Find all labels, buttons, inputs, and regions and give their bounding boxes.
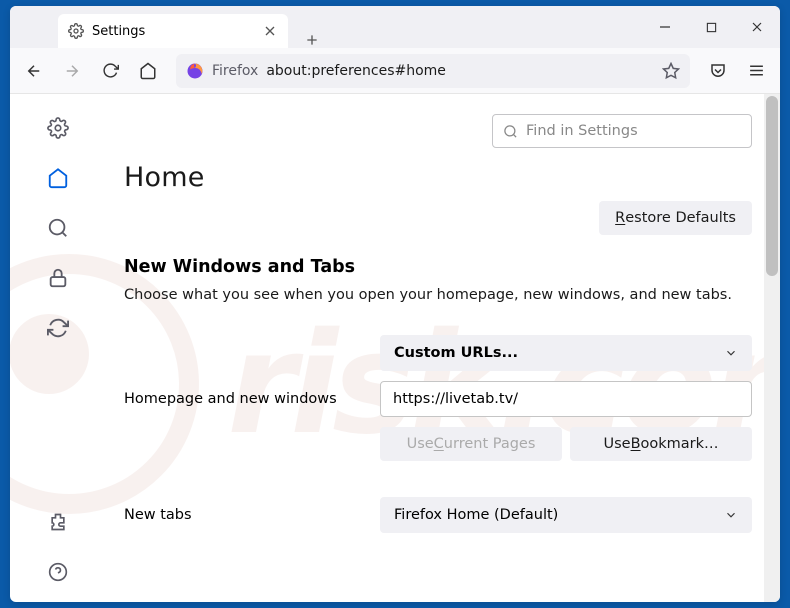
settings-sidebar (10, 94, 106, 602)
homepage-label: Homepage and new windows (124, 391, 380, 407)
sidebar-item-general[interactable] (46, 116, 70, 140)
firefox-icon (186, 62, 204, 80)
restore-defaults-button[interactable]: Restore Defaults (599, 201, 752, 235)
toolbar: Firefox about:preferences#home (10, 48, 780, 94)
sidebar-item-sync[interactable] (46, 316, 70, 340)
minimize-button[interactable] (642, 6, 688, 48)
tab-title: Settings (92, 24, 145, 39)
newtabs-select-value: Firefox Home (Default) (394, 507, 558, 523)
scrollbar[interactable] (764, 94, 780, 602)
menu-button[interactable] (740, 55, 772, 87)
page-title: Home (124, 162, 752, 193)
maximize-button[interactable] (688, 6, 734, 48)
forward-button[interactable] (56, 55, 88, 87)
newtabs-select[interactable]: Firefox Home (Default) (380, 497, 752, 533)
newtabs-label: New tabs (124, 507, 380, 523)
section-heading: New Windows and Tabs (124, 257, 752, 277)
url-path: about:preferences#home (266, 63, 446, 79)
search-placeholder: Find in Settings (526, 123, 638, 139)
url-label: Firefox (212, 63, 258, 79)
sidebar-item-extensions[interactable] (46, 510, 70, 534)
reload-button[interactable] (94, 55, 126, 87)
use-current-pages-button[interactable]: Use Current Pages (380, 427, 562, 461)
homepage-select-value: Custom URLs... (394, 345, 518, 361)
home-button[interactable] (132, 55, 164, 87)
tab-settings[interactable]: Settings (58, 14, 288, 48)
chevron-down-icon (724, 346, 738, 360)
search-icon (503, 124, 518, 139)
homepage-select[interactable]: Custom URLs... (380, 335, 752, 371)
pocket-button[interactable] (702, 55, 734, 87)
back-button[interactable] (18, 55, 50, 87)
gear-icon (68, 23, 84, 39)
search-input[interactable]: Find in Settings (492, 114, 752, 148)
use-bookmark-button[interactable]: Use Bookmark… (570, 427, 752, 461)
scrollbar-thumb[interactable] (766, 96, 778, 276)
sidebar-item-help[interactable] (46, 560, 70, 584)
close-button[interactable] (734, 6, 780, 48)
settings-main: Find in Settings Home Restore Defaults N… (106, 94, 780, 602)
homepage-input[interactable] (380, 381, 752, 417)
chevron-down-icon (724, 508, 738, 522)
section-description: Choose what you see when you open your h… (124, 285, 752, 305)
sidebar-item-search[interactable] (46, 216, 70, 240)
close-icon[interactable] (262, 23, 278, 39)
bookmark-star-icon[interactable] (662, 62, 680, 80)
url-bar[interactable]: Firefox about:preferences#home (176, 54, 690, 88)
titlebar: Settings (10, 6, 780, 48)
sidebar-item-privacy[interactable] (46, 266, 70, 290)
sidebar-item-home[interactable] (46, 166, 70, 190)
new-tab-button[interactable] (298, 32, 326, 48)
